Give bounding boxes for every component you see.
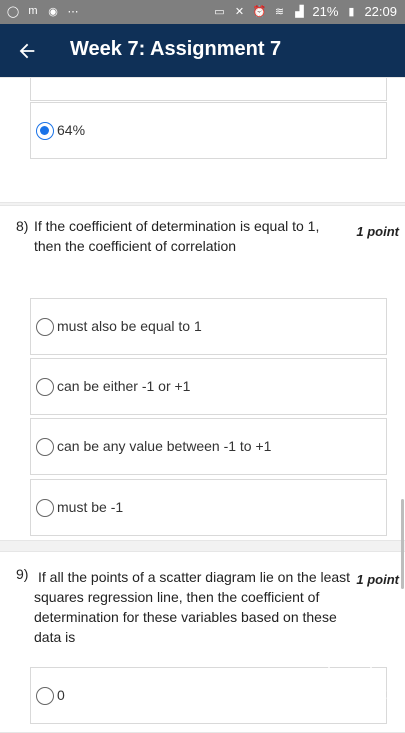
points-label: 1 point [356, 572, 399, 587]
question-card-7: 64% [0, 77, 405, 203]
option-label: 0 [57, 687, 65, 703]
scrollbar[interactable] [401, 499, 404, 589]
question-number: 8) [16, 218, 29, 234]
option-label: can be any value between -1 to +1 [57, 438, 272, 454]
answer-option-selected[interactable]: 64% [30, 102, 387, 159]
radio-button[interactable] [36, 499, 54, 517]
answer-option[interactable]: can be either -1 or +1 [30, 358, 387, 415]
app-icon: ◉ [48, 5, 58, 18]
whatsapp-icon: ◯ [6, 5, 20, 18]
answer-option-above[interactable] [30, 78, 387, 101]
question-text: If all the points of a scatter diagram l… [34, 569, 351, 645]
radio-button[interactable] [36, 687, 54, 705]
option-label: must be -1 [57, 499, 124, 515]
camera-icon [328, 655, 372, 683]
option-label: can be either -1 or +1 [57, 378, 191, 394]
back-button[interactable] [12, 36, 42, 66]
question-card-9: 9) If all the points of a scatter diagra… [0, 551, 405, 733]
question-card-8: 8) If the coefficient of determination i… [0, 205, 405, 541]
watermark-text: V RECORDER [301, 687, 399, 702]
mute-icon: ✕ [234, 6, 245, 18]
points-label: 1 point [356, 224, 399, 239]
battery-icon: ▮ [348, 6, 355, 18]
radio-button[interactable] [36, 378, 54, 396]
radio-button-selected[interactable] [36, 122, 54, 140]
arrow-left-icon [19, 43, 35, 59]
answer-option[interactable]: must also be equal to 1 [30, 298, 387, 355]
recorder-watermark: V RECORDER [300, 655, 400, 702]
option-label: 64% [57, 122, 86, 138]
battery-percent: 21% [312, 4, 339, 19]
signal-icon: ▟ [295, 6, 304, 18]
alarm-icon: ⏰ [252, 6, 267, 18]
question-number: 9) [16, 566, 29, 582]
status-bar: ◯ m ◉ ⋯ ▭ ✕ ⏰ ≋ ▟ 21% ▮ 22:09 [0, 0, 405, 24]
clock: 22:09 [364, 4, 397, 19]
page-title: Week 7: Assignment 7 [70, 38, 282, 60]
wifi-icon: ≋ [274, 6, 285, 18]
radio-button[interactable] [36, 318, 54, 336]
gmail-icon: m [28, 5, 38, 17]
app-bar: Week 7: Assignment 7 [0, 24, 405, 79]
answer-option[interactable]: must be -1 [30, 479, 387, 536]
more-dots-icon: ⋯ [67, 5, 79, 18]
option-label: must also be equal to 1 [57, 318, 202, 334]
cast-icon: ▭ [214, 6, 225, 18]
assignment-content: 64% 8) If the coefficient of determinati… [0, 77, 405, 733]
radio-button[interactable] [36, 438, 54, 456]
question-text: If the coefficient of determination is e… [34, 218, 320, 254]
answer-option[interactable]: can be any value between -1 to +1 [30, 418, 387, 475]
